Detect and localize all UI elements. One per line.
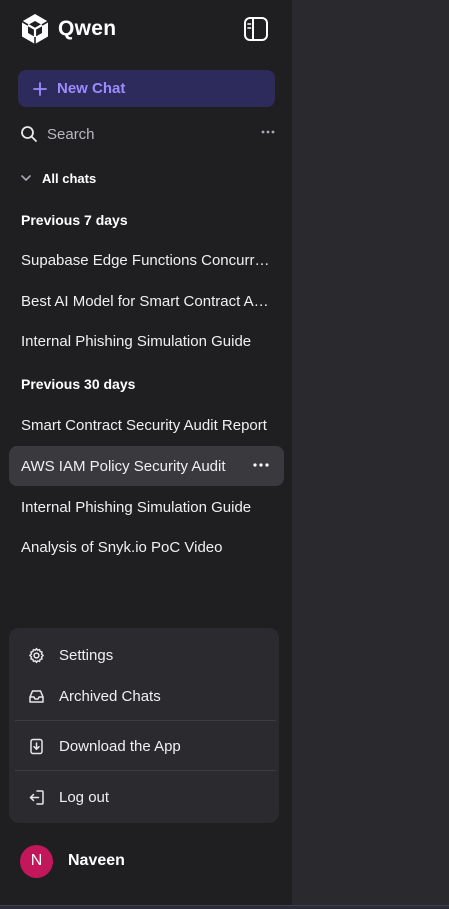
search-button[interactable]: Search — [18, 120, 280, 148]
user-profile-button[interactable]: N Naveen — [20, 844, 125, 878]
user-name: Naveen — [68, 852, 125, 869]
chat-item-label: AWS IAM Policy Security Audit — [21, 457, 226, 475]
sidebar: Qwen New Chat Search All chats Previous … — [0, 0, 292, 905]
download-icon — [30, 738, 43, 754]
app-name: Qwen — [58, 17, 117, 40]
chat-item-label: Internal Phishing Simulation Guide — [21, 332, 252, 350]
chat-item-label: Internal Phishing Simulation Guide — [21, 498, 252, 516]
more-icon[interactable] — [260, 125, 276, 139]
logout-menu-item[interactable]: Log out — [15, 779, 273, 815]
main-content-area — [292, 0, 449, 905]
section-title-previous-30-days: Previous 30 days — [21, 376, 136, 392]
new-chat-label: New Chat — [57, 80, 126, 97]
download-app-menu-item[interactable]: Download the App — [15, 728, 273, 764]
all-chats-toggle[interactable]: All chats — [20, 168, 96, 188]
qwen-logo-icon[interactable] — [18, 12, 52, 46]
logout-icon — [29, 789, 44, 805]
chat-item[interactable]: Supabase Edge Functions Concurrency — [9, 240, 284, 280]
bottom-border — [0, 905, 449, 909]
logout-label: Log out — [59, 788, 110, 806]
chat-item-label: Supabase Edge Functions Concurrency — [21, 251, 271, 269]
chat-item-label: Best AI Model for Smart Contract Audits — [21, 292, 271, 310]
plus-icon — [33, 81, 47, 96]
menu-divider — [15, 720, 276, 721]
new-chat-button[interactable]: New Chat — [18, 70, 275, 107]
archived-chats-label: Archived Chats — [59, 687, 161, 705]
section-title-previous-7-days: Previous 7 days — [21, 212, 128, 228]
menu-divider — [15, 770, 276, 771]
download-app-label: Download the App — [59, 737, 181, 755]
all-chats-label: All chats — [42, 170, 97, 186]
archived-chats-menu-item[interactable]: Archived Chats — [15, 678, 273, 714]
sidebar-header: Qwen — [18, 12, 274, 46]
sidebar-toggle-icon[interactable] — [243, 16, 269, 42]
chat-item-label: Analysis of Snyk.io PoC Video — [21, 538, 223, 556]
search-label: Search — [47, 125, 95, 143]
chat-item[interactable]: Smart Contract Security Audit Report — [9, 405, 284, 445]
settings-label: Settings — [59, 646, 114, 664]
search-icon — [21, 126, 37, 142]
avatar: N — [20, 844, 53, 878]
gear-icon — [29, 647, 44, 663]
archive-icon — [29, 689, 44, 703]
chat-item-active[interactable]: AWS IAM Policy Security Audit — [9, 446, 284, 486]
chat-item[interactable]: Internal Phishing Simulation Guide — [9, 321, 284, 361]
chat-item[interactable]: Best AI Model for Smart Contract Audits — [9, 281, 284, 321]
chat-item[interactable]: Internal Phishing Simulation Guide — [9, 487, 284, 527]
chat-item-label: Smart Contract Security Audit Report — [21, 416, 267, 434]
settings-menu-item[interactable]: Settings — [15, 637, 273, 673]
user-menu: Settings Archived Chats Download the App — [9, 628, 279, 823]
more-icon[interactable] — [252, 460, 270, 470]
chevron-down-icon — [21, 175, 31, 181]
chat-item[interactable]: Analysis of Snyk.io PoC Video — [9, 527, 284, 567]
